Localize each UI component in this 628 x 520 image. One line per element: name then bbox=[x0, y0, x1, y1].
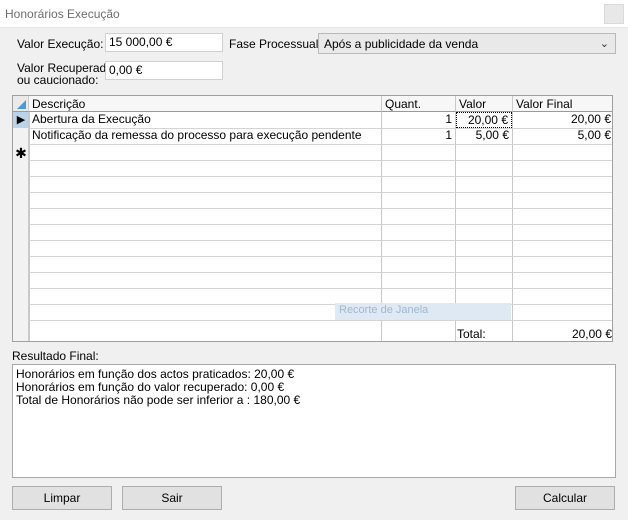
row1-descricao[interactable]: Abertura da Execução bbox=[29, 112, 381, 128]
fase-processual-select[interactable]: Após a publicidade da venda ⌄ bbox=[318, 33, 616, 54]
valor-recuperado-field[interactable]: 0,00 € bbox=[105, 61, 223, 80]
col-header-descricao[interactable]: Descrição bbox=[29, 96, 382, 112]
col-header-valor[interactable]: Valor bbox=[456, 96, 513, 112]
window-title: Honorários Execução bbox=[5, 7, 120, 21]
calcular-button[interactable]: Calcular bbox=[515, 486, 615, 510]
valor-recuperado-value: 0,00 € bbox=[109, 63, 143, 77]
col-header-valor-final[interactable]: Valor Final bbox=[513, 96, 612, 112]
valor-recuperado-label-line2: ou caucionado: bbox=[17, 73, 99, 87]
total-value: 20,00 € bbox=[571, 327, 612, 341]
fees-grid[interactable]: Descrição Quant. Valor Valor Final ▶ Abe… bbox=[12, 95, 613, 342]
result-line: Total de Honorários não pode ser inferio… bbox=[16, 393, 301, 407]
resultado-final-label: Resultado Final: bbox=[12, 349, 99, 363]
new-row-asterisk-icon: ✱ bbox=[15, 145, 27, 161]
resultado-final-textbox[interactable]: Honorários em função dos actos praticado… bbox=[12, 364, 616, 478]
valor-execucao-label: Valor Execução: bbox=[17, 37, 104, 51]
row1-valor-final[interactable]: 20,00 € bbox=[513, 112, 612, 128]
grid-total-row: Total: 20,00 € bbox=[29, 325, 612, 341]
row2-descricao[interactable]: Notificação da remessa do processo para … bbox=[29, 128, 381, 144]
row1-quant[interactable]: 1 bbox=[382, 112, 455, 128]
close-button[interactable] bbox=[604, 4, 624, 24]
valor-execucao-value: 15 000,00 € bbox=[109, 35, 173, 49]
recorte-watermark: Recorte de Janela bbox=[335, 303, 511, 320]
row2-quant[interactable]: 1 bbox=[382, 128, 455, 144]
limpar-button[interactable]: Limpar bbox=[12, 486, 112, 510]
total-label: Total: bbox=[457, 327, 486, 341]
select-all-corner[interactable] bbox=[13, 96, 29, 112]
fase-processual-value: Após a publicidade da venda bbox=[324, 37, 479, 51]
row2-valor[interactable]: 5,00 € bbox=[456, 128, 512, 144]
row1-valor[interactable]: 20,00 € bbox=[456, 112, 512, 128]
fase-processual-label: Fase Processual: bbox=[229, 37, 322, 51]
chevron-down-icon: ⌄ bbox=[599, 38, 609, 50]
col-header-quant[interactable]: Quant. bbox=[382, 96, 456, 112]
title-bar: Honorários Execução bbox=[0, 0, 628, 28]
sair-button[interactable]: Sair bbox=[122, 486, 222, 510]
row2-valor-final[interactable]: 5,00 € bbox=[513, 128, 612, 144]
valor-execucao-field[interactable]: 15 000,00 € bbox=[105, 33, 223, 52]
current-row-icon: ▶ bbox=[16, 114, 26, 126]
valor-recuperado-label: Valor Recuperado ou caucionado: bbox=[17, 62, 113, 86]
